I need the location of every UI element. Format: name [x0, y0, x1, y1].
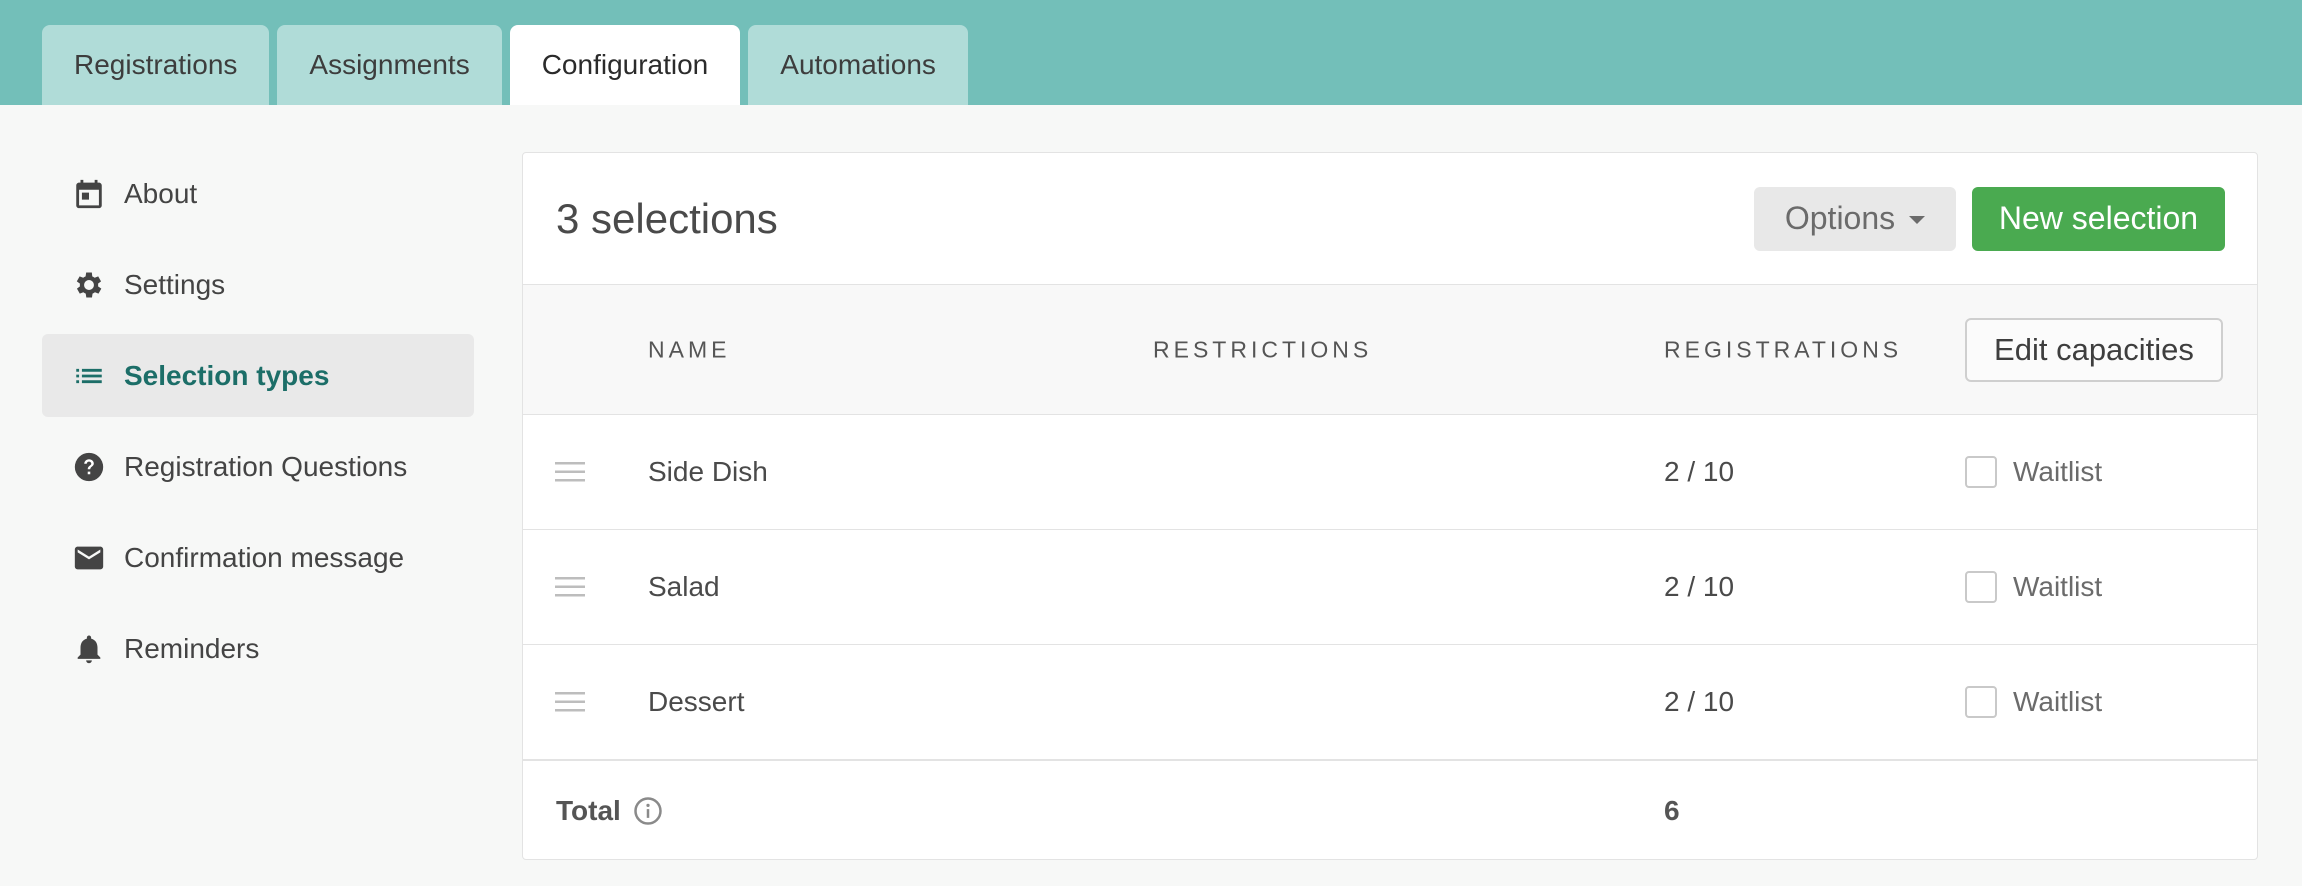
selection-name: Dessert — [648, 686, 745, 717]
table-row: Salad 2 / 10 Waitlist — [523, 530, 2257, 645]
options-label: Options — [1784, 200, 1896, 236]
top-tab-bar: Registrations Assignments Configuration … — [0, 0, 2302, 105]
list-icon — [72, 359, 106, 393]
column-header-restrictions: RESTRICTIONS — [1153, 336, 1373, 362]
sidebar-item-label: Selection types — [124, 359, 330, 391]
registration-count: 2 / 10 — [1664, 456, 1735, 487]
registration-count: 2 / 10 — [1664, 686, 1735, 717]
tab-automations[interactable]: Automations — [748, 25, 968, 105]
caret-down-icon — [1909, 215, 1926, 224]
column-header-registrations: REGISTRATIONS — [1664, 336, 1903, 362]
total-row: Total 6 — [523, 760, 2257, 860]
tab-assignments[interactable]: Assignments — [277, 25, 502, 105]
tab-configuration[interactable]: Configuration — [509, 25, 741, 105]
waitlist-checkbox[interactable] — [1965, 571, 1997, 603]
drag-handle-icon[interactable] — [555, 691, 585, 713]
waitlist-checkbox[interactable] — [1965, 456, 1997, 488]
panel-header: 3 selections Options New selection — [523, 153, 2257, 285]
info-icon[interactable] — [633, 796, 663, 826]
selection-name: Salad — [648, 571, 720, 602]
table-row: Side Dish 2 / 10 Waitlist — [523, 415, 2257, 530]
registration-count: 2 / 10 — [1664, 571, 1735, 602]
drag-handle-icon[interactable] — [555, 461, 585, 483]
total-label-group: Total — [556, 795, 663, 827]
tab-list: Registrations Assignments Configuration … — [42, 25, 968, 105]
sidebar-item-label: About — [124, 177, 198, 209]
sidebar-item-label: Confirmation message — [124, 541, 405, 573]
tab-registrations[interactable]: Registrations — [42, 25, 270, 105]
gear-icon — [72, 268, 106, 302]
sidebar-item-settings[interactable]: Settings — [42, 243, 474, 326]
selection-name: Side Dish — [648, 456, 768, 487]
waitlist-toggle[interactable]: Waitlist — [1965, 686, 2102, 718]
page-title: 3 selections — [556, 194, 778, 242]
sidebar-item-confirmation-message[interactable]: Confirmation message — [42, 516, 474, 599]
question-icon — [72, 450, 106, 484]
table-row: Dessert 2 / 10 Waitlist — [523, 645, 2257, 760]
waitlist-label: Waitlist — [2013, 456, 2103, 487]
drag-handle-icon[interactable] — [555, 576, 585, 598]
bell-icon — [72, 632, 106, 666]
sidebar-item-label: Reminders — [124, 632, 260, 664]
sidebar: About Settings Selection types Registrat… — [42, 152, 474, 698]
table-header: NAME RESTRICTIONS REGISTRATIONS Edit cap… — [523, 285, 2257, 415]
sidebar-item-registration-questions[interactable]: Registration Questions — [42, 425, 474, 508]
sidebar-item-about[interactable]: About — [42, 152, 474, 235]
selections-panel: 3 selections Options New selection NAME … — [522, 152, 2258, 860]
waitlist-label: Waitlist — [2013, 571, 2103, 602]
waitlist-checkbox[interactable] — [1965, 686, 1997, 718]
waitlist-toggle[interactable]: Waitlist — [1965, 571, 2102, 603]
sidebar-item-selection-types[interactable]: Selection types — [42, 334, 474, 417]
total-label: Total — [556, 794, 621, 826]
total-value: 6 — [1664, 794, 1680, 826]
sidebar-item-reminders[interactable]: Reminders — [42, 607, 474, 690]
calendar-icon — [72, 177, 106, 211]
column-header-name: NAME — [648, 336, 731, 362]
envelope-icon — [72, 541, 106, 575]
waitlist-label: Waitlist — [2013, 686, 2103, 717]
new-selection-button[interactable]: New selection — [1972, 186, 2225, 251]
options-dropdown-button[interactable]: Options — [1754, 186, 1956, 251]
sidebar-item-label: Settings — [124, 268, 226, 300]
sidebar-item-label: Registration Questions — [124, 450, 408, 482]
edit-capacities-button[interactable]: Edit capacities — [1965, 318, 2223, 382]
waitlist-toggle[interactable]: Waitlist — [1965, 456, 2102, 488]
